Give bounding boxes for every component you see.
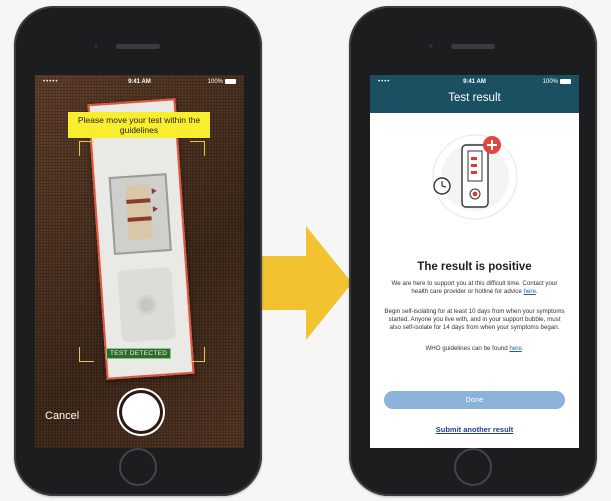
test-line	[127, 216, 152, 222]
camera-screen: ••••• 9:41 AM 100% Please move your test…	[35, 75, 244, 448]
guidance-banner: Please move your test within the guideli…	[68, 112, 210, 138]
guide-corner-bottom-left	[79, 347, 94, 362]
test-device	[87, 98, 195, 380]
result-heading: The result is positive	[417, 261, 532, 273]
isolation-paragraph: Begin self-isolating for at least 10 day…	[384, 308, 565, 332]
who-guidelines-link[interactable]: here	[509, 345, 521, 352]
t-marker-icon	[152, 205, 159, 213]
guide-corner-top-left	[79, 141, 94, 156]
battery-icon	[560, 79, 571, 84]
sample-hole	[135, 294, 158, 316]
speaker	[451, 44, 495, 49]
battery-icon	[225, 79, 236, 84]
guide-corner-bottom-right	[190, 347, 205, 362]
positive-test-device-icon	[432, 134, 518, 220]
cancel-button[interactable]: Cancel	[45, 410, 79, 422]
left-phone: ••••• 9:41 AM 100% Please move your test…	[14, 6, 262, 496]
submit-another-result-link[interactable]: Submit another result	[370, 425, 579, 434]
status-bar: •••• 9:41 AM 100%	[370, 75, 579, 89]
battery-indicator: 100%	[543, 79, 571, 85]
advice-link[interactable]: here	[524, 288, 536, 295]
speaker	[116, 44, 160, 49]
battery-indicator: 100%	[208, 79, 236, 85]
home-button[interactable]	[454, 448, 492, 486]
app-header: •••• 9:41 AM 100% Test result	[370, 75, 579, 113]
sample-well	[117, 266, 177, 343]
front-camera	[92, 42, 100, 50]
right-phone: •••• 9:41 AM 100% Test result The result…	[349, 6, 597, 496]
guide-corner-top-right	[190, 141, 205, 156]
test-strip	[125, 184, 153, 240]
guidelines-paragraph: WHO guidelines can be found here.	[425, 345, 524, 352]
support-paragraph: We are here to support you at this diffi…	[391, 280, 558, 296]
control-line	[126, 198, 151, 204]
shutter-button-icon[interactable]	[122, 393, 160, 431]
test-detected-badge: TEST DETECTED	[106, 348, 172, 359]
done-button[interactable]: Done	[384, 391, 565, 409]
result-screen: •••• 9:41 AM 100% Test result The result…	[370, 75, 579, 448]
page-title: Test result	[448, 92, 501, 104]
c-marker-icon	[151, 187, 157, 195]
home-button[interactable]	[119, 448, 157, 486]
result-window	[108, 173, 172, 255]
front-camera	[427, 42, 435, 50]
status-bar: ••••• 9:41 AM 100%	[35, 75, 244, 89]
